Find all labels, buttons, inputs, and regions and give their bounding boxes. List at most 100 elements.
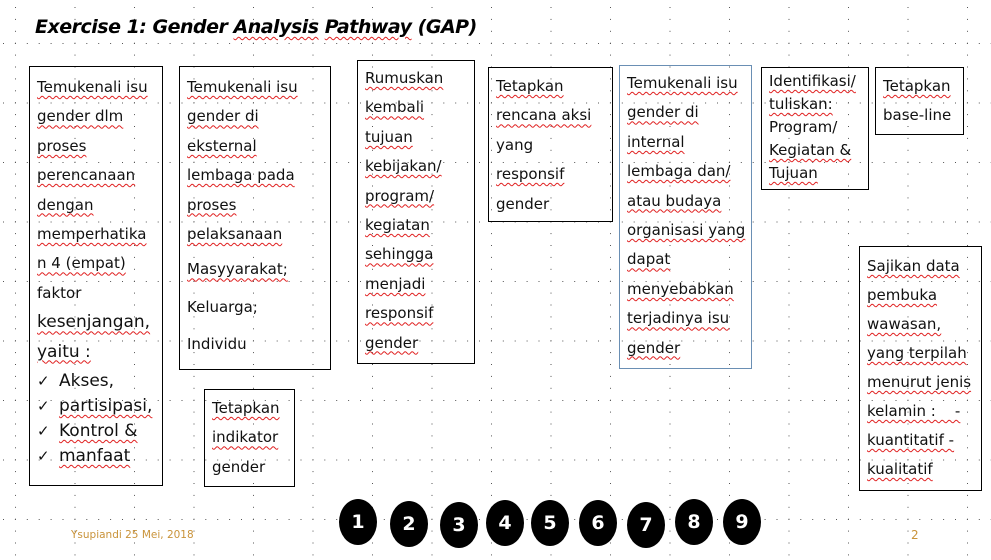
- box-text-line: Sajikan data: [867, 257, 960, 275]
- step-box-4-rencana-aksi[interactable]: Tetapkan rencana aksi yang responsif gen…: [488, 67, 613, 222]
- checklist-label: Akses,: [59, 371, 115, 392]
- title-word-analysis: Analysis: [233, 16, 320, 38]
- checklist-item: ✓ partisipasi,: [37, 394, 156, 419]
- step-box-7-baseline[interactable]: Tetapkan base-line: [875, 67, 964, 135]
- checklist-item: ✓ manfaat: [37, 444, 156, 469]
- box-text-line: gender: [212, 457, 266, 476]
- box-text-line: Tetapkan: [212, 399, 280, 417]
- box-text-line: gender di: [187, 107, 259, 126]
- checklist-label: manfaat: [59, 446, 131, 467]
- box-text-line: kembali: [365, 98, 425, 117]
- checklist-item: ✓ Kontrol &: [37, 419, 156, 444]
- box-text-line: menurut jenis: [867, 373, 972, 391]
- box-text-line: gender di: [627, 103, 699, 122]
- box-text-line: responsif: [496, 165, 565, 184]
- box-text-line: Tetapkan: [883, 77, 951, 95]
- box-text-line: indikator: [212, 428, 279, 447]
- title-suffix: (GAP): [411, 16, 478, 38]
- box-text-line: pembuka: [867, 286, 938, 304]
- box-text-line: yang: [496, 135, 534, 154]
- box-text-line: kualitatif: [867, 460, 933, 478]
- box-text-line: Keluarga;: [187, 297, 258, 316]
- box-text-line: Tujuan: [769, 164, 818, 182]
- box-text-line: proses: [37, 136, 87, 155]
- box-text-line: gender: [627, 338, 681, 357]
- box-text-line: yaitu :: [37, 341, 91, 362]
- title-word-pathway: Pathway: [324, 16, 412, 38]
- box-text-line: perencanaan: [37, 166, 136, 185]
- box-text-line: base-line: [883, 106, 952, 125]
- box-text-line: program/: [365, 186, 435, 205]
- step-number-4[interactable]: 4: [486, 500, 524, 546]
- step-number-2[interactable]: 2: [390, 501, 428, 547]
- step-number-6[interactable]: 6: [579, 500, 617, 546]
- box-text-line: dapat: [627, 250, 671, 269]
- box-text-line: kesenjangan,: [37, 312, 151, 333]
- box-text-line: responsif: [365, 304, 434, 323]
- box-text-line: menyebabkan: [627, 279, 734, 298]
- factor-checklist: ✓ Akses, ✓ partisipasi, ✓ Kontrol & ✓ manfaa…: [37, 369, 156, 469]
- box-text-line: kebijakan/: [365, 157, 442, 176]
- box-text-line: kuantitatif -: [867, 431, 955, 449]
- step-box-1-perencanaan[interactable]: Temukenali isu gender dlm proses perenca…: [29, 66, 163, 486]
- check-icon: ✓: [37, 447, 50, 466]
- box-text-line: Temukenali isu: [37, 78, 148, 96]
- checklist-label: Kontrol &: [59, 421, 138, 442]
- box-text-line: Tetapkan: [496, 77, 564, 95]
- box-text-line: kegiatan: [365, 216, 430, 235]
- checklist-item: ✓ Akses,: [37, 369, 156, 394]
- box-text-line: faktor: [37, 283, 82, 302]
- step-number-7[interactable]: 7: [627, 502, 665, 548]
- step-box-3-rumuskan[interactable]: Rumuskan kembali tujuan kebijakan/ progr…: [357, 60, 475, 364]
- box-text-line: menjadi: [365, 274, 426, 293]
- box-text-line: Temukenali isu: [187, 78, 298, 96]
- checklist-label: partisipasi,: [59, 396, 153, 417]
- step-number-8[interactable]: 8: [675, 499, 713, 545]
- step-box-6-identifikasi[interactable]: Identifikasi/ tuliskan: Program/ Kegiata…: [761, 67, 869, 190]
- check-icon: ✓: [37, 372, 50, 391]
- box-text-line: eksternal: [187, 136, 257, 155]
- check-icon: ✓: [37, 397, 50, 416]
- box-text-line: rencana aksi: [496, 106, 592, 125]
- box-text-line: n 4 (empat): [37, 254, 126, 273]
- box-text-line: terjadinya isu: [627, 309, 730, 328]
- box-text-line: Program/: [769, 118, 838, 136]
- step-box-5-internal[interactable]: Temukenali isu gender di internal lembag…: [619, 65, 752, 369]
- box-text-line: organisasi yang: [627, 221, 746, 240]
- step-box-8-sajikan-data[interactable]: Sajikan data pembuka wawasan, yang terpi…: [859, 246, 982, 491]
- slide-title: Exercise 1: Gender Analysis Pathway (GAP…: [35, 16, 477, 38]
- box-text-line: lembaga pada: [187, 166, 295, 185]
- check-icon: ✓: [37, 422, 50, 441]
- footer-date: Ysupiandi 25 Mei, 2018: [71, 529, 194, 541]
- box-text-line: memperhatika: [37, 225, 147, 244]
- step-number-9[interactable]: 9: [723, 499, 761, 545]
- box-text-line: dengan: [37, 195, 94, 214]
- box-text-line: wawasan,: [867, 315, 942, 333]
- box-text-line: Temukenali isu: [627, 74, 738, 92]
- box-text-line: gender: [496, 194, 550, 213]
- step-number-5[interactable]: 5: [531, 500, 569, 546]
- box-text-line: pelaksanaan: [187, 225, 283, 244]
- box-text-line: gender dlm: [37, 107, 124, 126]
- title-text: Exercise 1: Gender: [35, 16, 234, 38]
- box-text-line: proses: [187, 195, 237, 214]
- step-box-2-eksternal[interactable]: Temukenali isu gender di eksternal lemba…: [179, 66, 331, 370]
- box-text-line: atau budaya: [627, 191, 722, 210]
- step-number-3[interactable]: 3: [440, 502, 478, 548]
- step-number-1[interactable]: 1: [339, 499, 377, 545]
- box-text-line: lembaga dan/: [627, 162, 731, 181]
- box-text-line: Identifikasi/: [769, 72, 856, 90]
- box-text-line: Masyyarakat;: [187, 260, 288, 279]
- page-number: 2: [911, 528, 919, 542]
- box-text-line: Kegiatan &: [769, 141, 852, 159]
- box-text-line: Individu: [187, 335, 247, 354]
- step-box-9-indikator[interactable]: Tetapkan indikator gender: [204, 389, 295, 487]
- box-text-line: tuliskan:: [769, 95, 833, 113]
- box-text-line: yang terpilah: [867, 344, 967, 362]
- box-text-line: Rumuskan: [365, 69, 444, 87]
- box-text-line: tujuan: [365, 127, 413, 146]
- box-text-line: internal: [627, 132, 685, 151]
- box-text-line: gender: [365, 333, 419, 352]
- box-text-line: kelamin : -: [867, 402, 961, 420]
- box-text-line: sehingga: [365, 245, 434, 264]
